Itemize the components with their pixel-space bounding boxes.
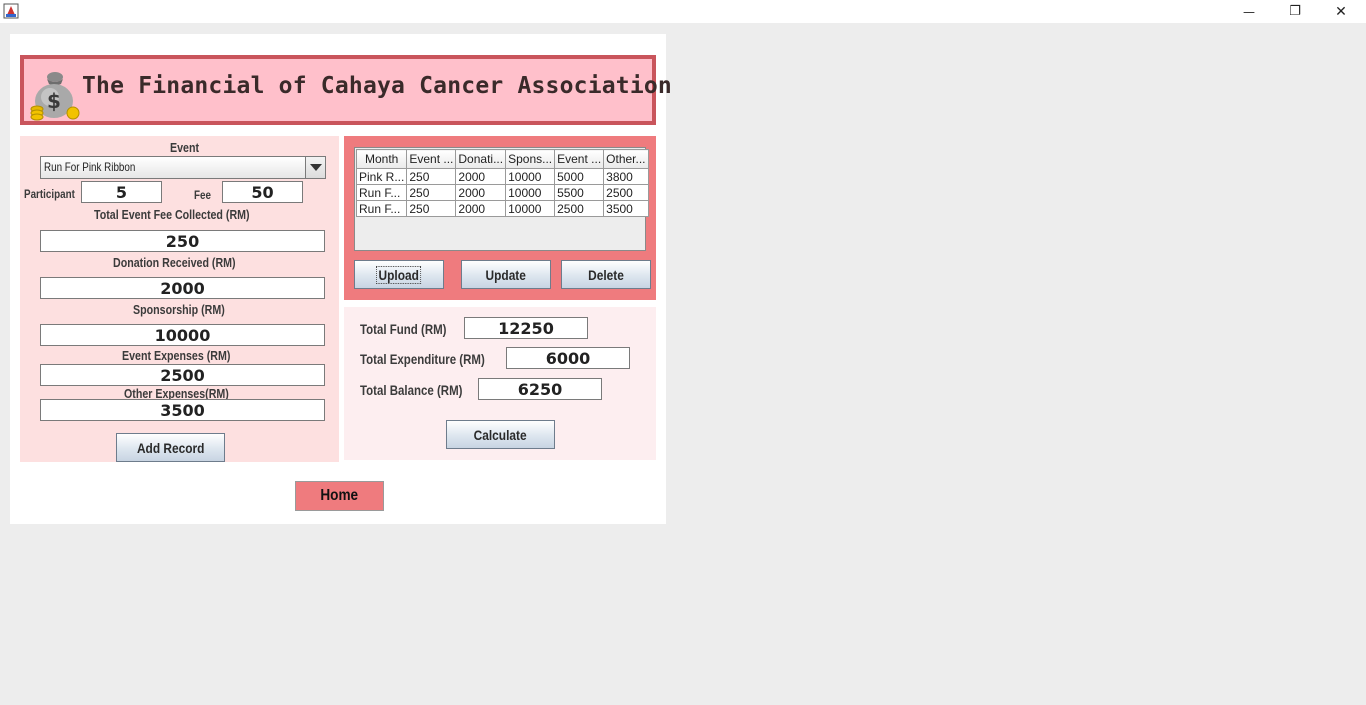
table-cell[interactable]: 5500 — [554, 184, 605, 201]
upload-label: Upload — [376, 265, 422, 284]
table-row[interactable]: Run F... 250 2000 10000 5500 2500 — [355, 184, 649, 201]
donation-label: Donation Received (RM) — [113, 255, 236, 270]
table-cell[interactable]: Run F... — [355, 184, 408, 201]
table-header-row: Month Event ... Donati... Spons... Event… — [355, 149, 649, 169]
table-row[interactable]: Run F... 250 2000 10000 2500 3500 — [355, 200, 649, 217]
table-cell[interactable]: 2500 — [554, 200, 605, 217]
records-table[interactable]: Month Event ... Donati... Spons... Event… — [355, 149, 649, 217]
table-cell[interactable]: 2000 — [455, 200, 507, 217]
table-cell[interactable]: Pink R... — [355, 168, 408, 185]
column-header[interactable]: Month — [355, 149, 408, 169]
event-expenses-field[interactable]: 2500 — [40, 364, 325, 386]
event-expenses-label: Event Expenses (RM) — [122, 348, 231, 363]
total-fund-field[interactable]: 12250 — [464, 317, 588, 339]
sponsorship-field[interactable]: 10000 — [40, 324, 325, 346]
calculate-button[interactable]: Calculate — [446, 420, 555, 449]
java-app-icon — [3, 3, 19, 19]
total-expenditure-label: Total Expenditure (RM) — [360, 351, 485, 367]
update-label: Update — [485, 266, 527, 283]
chevron-down-icon — [309, 164, 322, 171]
total-balance-field[interactable]: 6250 — [478, 378, 602, 400]
money-bag-icon: $ — [30, 72, 80, 121]
event-select-toggle[interactable] — [305, 157, 325, 178]
restore-icon: ❐ — [1289, 4, 1301, 19]
column-header[interactable]: Other... — [603, 149, 649, 169]
total-expenditure-field[interactable]: 6000 — [506, 347, 630, 369]
total-fund-label: Total Fund (RM) — [360, 321, 447, 337]
total-event-fee-label: Total Event Fee Collected (RM) — [94, 207, 250, 222]
table-cell[interactable]: Run F... — [355, 200, 408, 217]
table-cell[interactable]: 2000 — [455, 168, 507, 185]
add-record-button[interactable]: Add Record — [116, 433, 225, 462]
table-cell[interactable]: 250 — [406, 168, 457, 185]
column-header[interactable]: Event ... — [406, 149, 457, 169]
sponsorship-label: Sponsorship (RM) — [133, 302, 225, 317]
table-cell[interactable]: 10000 — [505, 200, 556, 217]
window-titlebar: — ❐ ✕ — [0, 0, 1366, 23]
total-event-fee-field[interactable]: 250 — [40, 230, 325, 252]
event-select-value: Run For Pink Ribbon — [44, 160, 136, 174]
other-expenses-field[interactable]: 3500 — [40, 399, 325, 421]
close-icon: ✕ — [1335, 3, 1347, 20]
update-button[interactable]: Update — [461, 260, 551, 289]
records-table-viewport[interactable]: Month Event ... Donati... Spons... Event… — [354, 147, 649, 251]
table-row[interactable]: Pink R... 250 2000 10000 5000 3800 — [355, 168, 649, 185]
column-header[interactable]: Donati... — [455, 149, 507, 169]
table-cell[interactable]: 5000 — [554, 168, 605, 185]
total-balance-label: Total Balance (RM) — [360, 382, 463, 398]
upload-button[interactable]: Upload — [354, 260, 444, 289]
add-record-label: Add Record — [136, 439, 205, 456]
table-cell[interactable]: 250 — [406, 200, 457, 217]
table-cell[interactable]: 10000 — [505, 184, 556, 201]
minimize-button[interactable]: — — [1226, 0, 1272, 23]
table-cell[interactable]: 10000 — [505, 168, 556, 185]
table-cell[interactable]: 2000 — [455, 184, 507, 201]
minimize-icon: — — [1243, 4, 1255, 19]
fee-label: Fee — [194, 188, 211, 202]
page-title: The Financial of Cahaya Cancer Associati… — [82, 73, 672, 99]
close-button[interactable]: ✕ — [1318, 0, 1364, 23]
column-header[interactable]: Event ... — [554, 149, 605, 169]
participant-field[interactable]: 5 — [81, 181, 162, 203]
participant-label: Participant — [24, 187, 75, 201]
event-select[interactable]: Run For Pink Ribbon — [40, 156, 326, 179]
svg-text:$: $ — [47, 89, 61, 113]
table-cell[interactable]: 3800 — [603, 168, 649, 185]
donation-field[interactable]: 2000 — [40, 277, 325, 299]
maximize-button[interactable]: ❐ — [1272, 0, 1318, 23]
table-cell[interactable]: 2500 — [603, 184, 649, 201]
home-label: Home — [320, 487, 359, 504]
delete-button[interactable]: Delete — [561, 260, 651, 289]
home-button[interactable]: Home — [295, 481, 384, 511]
calculate-label: Calculate — [474, 426, 527, 443]
table-cell[interactable]: 3500 — [603, 200, 649, 217]
header-banner: $ The Financial of Cahaya Cancer Associa… — [20, 55, 672, 125]
table-cell[interactable]: 250 — [406, 184, 457, 201]
fee-field[interactable]: 50 — [222, 181, 303, 203]
column-header[interactable]: Spons... — [505, 149, 556, 169]
delete-label: Delete — [588, 266, 624, 283]
event-label: Event — [170, 140, 200, 155]
